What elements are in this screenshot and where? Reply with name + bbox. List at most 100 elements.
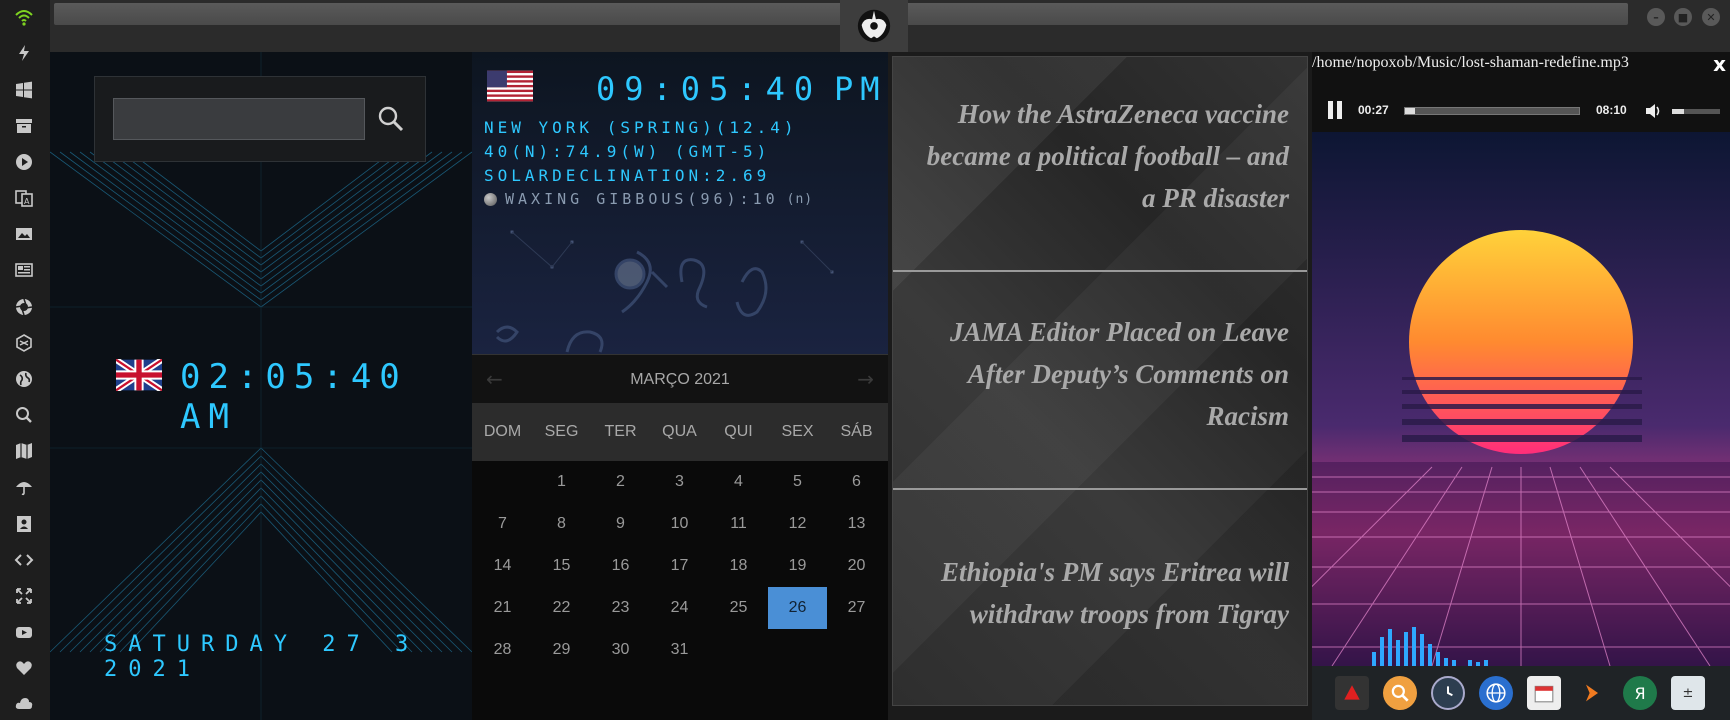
calendar-empty-cell bbox=[473, 461, 532, 503]
calendar-day[interactable]: 8 bbox=[532, 503, 591, 545]
map-icon[interactable] bbox=[13, 440, 35, 462]
acrobat-icon[interactable] bbox=[1335, 676, 1369, 710]
youtube-icon[interactable] bbox=[13, 621, 35, 643]
arrow-icon[interactable] bbox=[1575, 676, 1609, 710]
calendar-day[interactable]: 10 bbox=[650, 503, 709, 545]
calendar-day-today[interactable]: 26 bbox=[768, 587, 827, 629]
weekday-label: QUI bbox=[724, 423, 753, 440]
calendar-weekday-row: DOM SEG TER QUA QUI SEX SÁB bbox=[472, 403, 888, 461]
minimize-button[interactable]: – bbox=[1647, 8, 1665, 26]
news-headline[interactable]: JAMA Editor Placed on Leave After Deputy… bbox=[909, 311, 1289, 437]
news-icon[interactable] bbox=[13, 259, 35, 281]
calendar-day[interactable]: 16 bbox=[591, 545, 650, 587]
calendar-day[interactable]: 5 bbox=[768, 461, 827, 503]
contacts-icon[interactable] bbox=[13, 513, 35, 535]
umbrella-icon[interactable] bbox=[13, 476, 35, 498]
player-close-button[interactable]: x bbox=[1713, 52, 1726, 76]
news-panel: How the AstraZeneca vaccine became a pol… bbox=[892, 56, 1308, 706]
calendar-day[interactable]: 30 bbox=[591, 629, 650, 671]
hexagon-icon[interactable] bbox=[13, 332, 35, 354]
calendar-day[interactable]: 17 bbox=[650, 545, 709, 587]
aperture-icon[interactable] bbox=[13, 296, 35, 318]
cloud-icon[interactable] bbox=[13, 692, 35, 714]
search-button[interactable] bbox=[371, 99, 411, 139]
calendar-day[interactable]: 12 bbox=[768, 503, 827, 545]
calendar-day[interactable]: 27 bbox=[827, 587, 886, 629]
calendar-day[interactable]: 31 bbox=[650, 629, 709, 671]
calendar-day[interactable]: 14 bbox=[473, 545, 532, 587]
album-artwork bbox=[1312, 132, 1730, 666]
calendar-day[interactable]: 4 bbox=[709, 461, 768, 503]
maximize-icon: ■ bbox=[1677, 10, 1689, 24]
power-icon[interactable] bbox=[13, 42, 35, 64]
weekday-label: SEX bbox=[781, 423, 814, 440]
calendar-day[interactable]: 2 bbox=[591, 461, 650, 503]
uk-clock-panel: 02:05:40 AM SATURDAY 27 3 2021 bbox=[50, 52, 472, 720]
calendar-day[interactable]: 20 bbox=[827, 545, 886, 587]
calendar-day[interactable]: 19 bbox=[768, 545, 827, 587]
calendar-day[interactable]: 28 bbox=[473, 629, 532, 671]
clock-icon[interactable] bbox=[1431, 676, 1465, 710]
close-icon: ✕ bbox=[1706, 10, 1716, 24]
rebel-alliance-icon bbox=[857, 9, 891, 43]
calendar-day[interactable]: 24 bbox=[650, 587, 709, 629]
search-icon[interactable] bbox=[13, 404, 35, 426]
windows-icon[interactable] bbox=[13, 79, 35, 101]
volume-icon[interactable] bbox=[1644, 101, 1664, 121]
us-location: NEW YORK (SPRING)(12.4) bbox=[484, 118, 798, 137]
heart-icon[interactable] bbox=[13, 657, 35, 679]
news-divider bbox=[893, 488, 1307, 490]
calendar-day[interactable]: 25 bbox=[709, 587, 768, 629]
image-icon[interactable] bbox=[13, 223, 35, 245]
wifi-icon[interactable] bbox=[13, 6, 35, 28]
play-icon[interactable] bbox=[13, 151, 35, 173]
rebel-logo-tab[interactable] bbox=[840, 0, 908, 52]
pause-button[interactable] bbox=[1328, 101, 1342, 119]
calendar-day[interactable]: 7 bbox=[473, 503, 532, 545]
calendar-header: ← MARÇO 2021 → bbox=[472, 355, 888, 403]
volume-slider[interactable] bbox=[1672, 109, 1720, 114]
news-headline[interactable]: Ethiopia's PM says Eritrea will withdraw… bbox=[909, 551, 1289, 635]
calendar-day[interactable]: 18 bbox=[709, 545, 768, 587]
search-input[interactable] bbox=[113, 98, 365, 140]
calendar-day[interactable]: 13 bbox=[827, 503, 886, 545]
calculator-icon[interactable]: ± bbox=[1671, 676, 1705, 710]
calendar-day[interactable]: 22 bbox=[532, 587, 591, 629]
globe-icon[interactable] bbox=[13, 368, 35, 390]
seek-bar[interactable] bbox=[1404, 107, 1580, 115]
translate-icon[interactable]: A bbox=[13, 187, 35, 209]
calendar-day[interactable]: 9 bbox=[591, 503, 650, 545]
search-app-icon[interactable] bbox=[1383, 676, 1417, 710]
close-button[interactable]: ✕ bbox=[1702, 8, 1720, 26]
moon-hemisphere: (n) bbox=[786, 191, 814, 207]
minimize-icon: – bbox=[1653, 10, 1659, 24]
expand-icon[interactable] bbox=[13, 585, 35, 607]
calendar-day[interactable]: 29 bbox=[532, 629, 591, 671]
us-ampm: PM bbox=[834, 70, 887, 108]
track-path: /home/nopoxob/Music/lost-shaman-redefine… bbox=[1312, 54, 1629, 71]
yandex-icon[interactable]: Я bbox=[1623, 676, 1657, 710]
calendar-icon[interactable] bbox=[1527, 676, 1561, 710]
us-coordinates: 40(N):74.9(W) (GMT-5) bbox=[484, 142, 771, 161]
next-month-icon[interactable]: → bbox=[857, 367, 874, 391]
globe-app-icon[interactable] bbox=[1479, 676, 1513, 710]
maximize-button[interactable]: ■ bbox=[1674, 8, 1692, 26]
calendar-day[interactable]: 11 bbox=[709, 503, 768, 545]
calendar-day[interactable]: 23 bbox=[591, 587, 650, 629]
archive-icon[interactable] bbox=[13, 115, 35, 137]
svg-text:A: A bbox=[24, 197, 30, 206]
calendar-day[interactable]: 15 bbox=[532, 545, 591, 587]
calendar-day[interactable]: 3 bbox=[650, 461, 709, 503]
calendar-day[interactable]: 6 bbox=[827, 461, 886, 503]
weekday-label: SEG bbox=[544, 423, 579, 440]
uk-time: 02:05:40 AM bbox=[180, 357, 408, 437]
top-bar: – ■ ✕ bbox=[50, 0, 1730, 52]
calendar-day[interactable]: 1 bbox=[532, 461, 591, 503]
news-headline[interactable]: How the AstraZeneca vaccine became a pol… bbox=[909, 93, 1289, 219]
duration: 08:10 bbox=[1596, 103, 1627, 117]
code-icon[interactable] bbox=[13, 549, 35, 571]
moon-icon bbox=[484, 192, 497, 206]
calendar-day[interactable]: 21 bbox=[473, 587, 532, 629]
volume-slider-fill bbox=[1672, 109, 1684, 114]
search-panel bbox=[94, 76, 426, 162]
